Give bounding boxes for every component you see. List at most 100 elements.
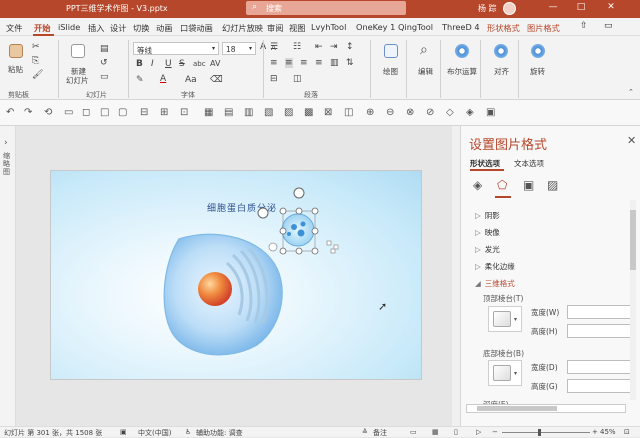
reading-view-icon[interactable]: ▯ [454,428,458,436]
tab-insert[interactable]: 插入 [88,22,104,34]
line-spacing-icon[interactable]: ↕ [346,42,354,52]
qa-icon-4[interactable]: ▭ [64,107,73,118]
tab-review[interactable]: 审阅 [267,22,283,34]
align-left-icon[interactable]: ≡ [270,58,278,68]
qa-icon-19[interactable]: ⊕ [366,107,374,118]
qa-icon-15[interactable]: ▨ [284,107,293,118]
zoom-thumb[interactable] [538,429,541,436]
qa-icon-17[interactable]: ⊠ [324,107,332,118]
qa-icon-21[interactable]: ⊗ [406,107,414,118]
share-icon[interactable]: ⇧ [580,21,588,31]
scroll-thumb[interactable] [630,210,636,270]
qa-icon-13[interactable]: ▥ [244,107,253,118]
pane-horizontal-scrollbar[interactable] [466,404,626,413]
new-slide-line2[interactable]: 幻灯片 [66,75,89,86]
chevron-right-icon[interactable]: › [4,138,8,148]
picture-icon[interactable]: ▨ [547,178,558,192]
layout-icon[interactable]: ▤ [100,44,109,54]
bottom-height-input[interactable] [567,379,631,393]
paste-icon[interactable] [9,44,23,58]
align-center-icon[interactable]: ≡ [285,58,293,68]
section-glow[interactable]: ▷ 发光 [475,244,500,255]
boolean-button[interactable]: 布尔运算 [447,66,477,77]
normal-view-icon[interactable]: ▭ [410,428,417,436]
section-icon[interactable]: ▭ [100,72,109,82]
draw-button[interactable]: 绘图 [383,66,398,77]
notes-icon[interactable]: ≙ [362,428,368,436]
qa-icon-14[interactable]: ▧ [264,107,273,118]
maximize-button[interactable]: □ [574,2,588,15]
cut-icon[interactable]: ✂ [32,42,40,52]
qa-icon-8[interactable]: ⊟ [140,107,148,118]
font-name-select[interactable]: 等线 ▾ [133,42,219,55]
char-spacing-button[interactable]: AV [210,59,220,68]
rotate-button[interactable]: 旋转 [530,66,545,77]
comment-icon[interactable]: ▭ [604,21,613,31]
qa-icon-12[interactable]: ▤ [224,107,233,118]
underline-button[interactable]: U [165,59,172,69]
tab-transitions[interactable]: 切换 [133,22,149,34]
new-slide-icon[interactable] [71,44,85,58]
zoom-in-icon[interactable]: + [592,428,598,436]
sorter-view-icon[interactable]: ▦ [432,428,439,436]
highlight-icon[interactable]: ✎ [136,75,144,85]
qa-icon-9[interactable]: ⊞ [160,107,168,118]
qa-icon-11[interactable]: ▦ [204,107,213,118]
smartart-icon[interactable]: ◫ [293,74,302,84]
fit-slide-icon[interactable]: ⊡ [624,428,630,436]
clear-format-icon[interactable]: ⌫ [210,75,223,85]
qa-icon-23[interactable]: ◇ [446,107,454,118]
qa-icon-18[interactable]: ◫ [344,107,353,118]
align-icon[interactable] [494,44,508,58]
cell-illustration[interactable] [51,171,423,381]
justify-icon[interactable]: ≡ [315,58,323,68]
align-text-icon[interactable]: ⊟ [270,74,278,84]
qa-icon-6[interactable]: □ [100,107,109,118]
section-soft-edges[interactable]: ▷ 柔化边缘 [475,261,515,272]
tab-onekey[interactable]: OneKey 1 [356,22,395,32]
align-right-icon[interactable]: ≡ [300,58,308,68]
text-direction-icon[interactable]: ⇅ [346,58,354,68]
draw-icon[interactable] [384,44,398,58]
scroll-thumb[interactable] [477,406,557,411]
copy-icon[interactable]: ⎘ [32,56,39,66]
tab-shape-format[interactable]: 形状格式 [487,22,520,34]
close-button[interactable]: ✕ [604,2,618,15]
format-painter-icon[interactable]: 🖌 [32,70,43,80]
zoom-out-icon[interactable]: − [492,428,498,436]
section-shadow[interactable]: ▷ 阴影 [475,210,500,221]
section-3d-format[interactable]: ◢ 三维格式 [475,278,515,289]
canvas-scrollbar[interactable] [452,126,460,426]
edit-button[interactable]: 编辑 [418,66,433,77]
boolean-icon[interactable] [455,44,469,58]
bullets-icon[interactable]: ☰ [270,42,278,52]
increase-indent-icon[interactable]: ⇥ [330,42,338,52]
top-height-input[interactable] [567,324,631,338]
tab-slideshow[interactable]: 幻灯片放映 [222,22,263,34]
fill-icon[interactable]: ◈ [473,178,482,192]
tab-text-options[interactable]: 文本选项 [514,158,544,169]
slideshow-icon[interactable]: ▷ [476,428,481,436]
minimize-button[interactable]: — [546,2,560,15]
columns-icon[interactable]: ▥ [330,58,339,68]
qa-icon-22[interactable]: ⊘ [426,107,434,118]
accessibility-icon[interactable]: ♿ [185,428,191,436]
paste-button[interactable]: 粘贴 [8,64,23,75]
slide[interactable]: 细胞蛋白质分泌 [50,170,422,380]
tab-animations[interactable]: 动画 [156,22,172,34]
tab-lvyhtool[interactable]: LvyhTool [311,22,346,32]
tab-qingtool[interactable]: QingTool [398,22,433,32]
tab-picture-format[interactable]: 图片格式 [527,22,560,34]
qa-icon-3[interactable]: ⟲ [44,107,52,118]
tab-pocket-animation[interactable]: 口袋动画 [180,22,213,34]
qa-icon-1[interactable]: ↶ [6,107,14,118]
close-icon[interactable]: ✕ [627,134,636,147]
align-button[interactable]: 对齐 [494,66,509,77]
qa-icon-7[interactable]: ▢ [118,107,127,118]
thumbnail-sidebar[interactable]: › 缩略图 [0,126,16,426]
qa-icon-10[interactable]: ⊡ [180,107,188,118]
zoom-slider[interactable] [502,432,590,433]
pane-vertical-scrollbar[interactable] [630,200,636,400]
text-shadow-button[interactable]: abc [193,60,206,68]
qa-icon-5[interactable]: ◻ [82,107,90,118]
